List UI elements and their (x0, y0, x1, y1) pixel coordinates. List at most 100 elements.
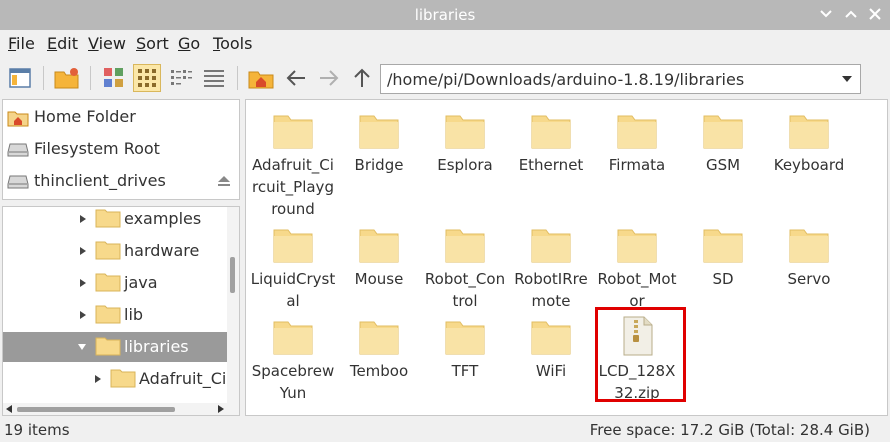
folder-icon (110, 369, 136, 388)
new-window-button[interactable] (6, 64, 34, 92)
menu-edit[interactable]: Edit (47, 34, 78, 53)
file-label: LiquidCrystal (250, 270, 336, 310)
triangle-right-icon[interactable] (79, 246, 87, 256)
title-bar: libraries (0, 0, 890, 30)
file-label: Bridge (354, 156, 404, 174)
drive-icon (7, 143, 29, 157)
folder-icon (273, 229, 313, 263)
menu-bar: File Edit View Sort Go Tools (0, 30, 890, 58)
folder-icon (445, 321, 485, 355)
forward-button[interactable] (315, 64, 343, 92)
triangle-right-icon[interactable] (79, 310, 87, 320)
home-icon (7, 111, 29, 127)
tree-label: Adafruit_Circ (139, 369, 240, 388)
place-filesystem-root[interactable]: Filesystem Root (3, 134, 239, 164)
tree-item-hardware[interactable]: hardware (3, 236, 229, 266)
menu-go[interactable]: Go (178, 34, 200, 53)
minimize-button[interactable] (818, 6, 834, 22)
drive-icon (7, 175, 29, 189)
location-path[interactable]: /home/pi/Downloads/arduino-1.8.19/librar… (387, 70, 744, 89)
home-button[interactable] (247, 64, 275, 92)
close-button[interactable] (867, 6, 883, 22)
folder-icon (359, 115, 399, 149)
place-thinclient-drives[interactable]: thinclient_drives (3, 166, 239, 196)
folder-icon (445, 115, 485, 149)
file-label: Robot_Control (424, 270, 506, 310)
folder-icon (95, 209, 121, 228)
compact-view-button[interactable] (167, 64, 195, 92)
icon-view-button[interactable] (133, 64, 161, 92)
menu-tools[interactable]: Tools (213, 34, 252, 53)
new-folder-icon (54, 68, 79, 89)
back-button[interactable] (282, 64, 310, 92)
folder-icon (273, 115, 313, 149)
new-folder-button[interactable] (53, 64, 81, 92)
window-icon (9, 68, 31, 88)
file-label: RobotIRremote (514, 270, 588, 310)
folder-icon (531, 229, 571, 263)
triangle-left-icon[interactable] (5, 405, 13, 413)
folder-icon (617, 229, 657, 263)
folder-icon (531, 321, 571, 355)
triangle-right-icon[interactable] (79, 214, 87, 224)
triangle-right-icon[interactable] (217, 405, 225, 413)
home-icon (248, 71, 274, 89)
icon-view-icon (138, 69, 156, 87)
tree-vertical-scrollbar[interactable] (227, 207, 239, 415)
item-count: 19 items (4, 421, 70, 439)
folder-icon (531, 115, 571, 149)
thumbnail-view-button[interactable] (100, 64, 128, 92)
place-home-folder[interactable]: Home Folder (3, 102, 239, 132)
folder-icon (95, 337, 121, 356)
file-label: Firmata (608, 156, 666, 174)
triangle-right-icon[interactable] (79, 278, 87, 288)
free-space: Free space: 17.2 GiB (Total: 28.4 GiB) (589, 421, 870, 439)
arrow-up-icon (354, 68, 370, 87)
folder-icon (789, 115, 829, 149)
maximize-button[interactable] (843, 6, 859, 22)
file-label: SpacebrewYun (251, 362, 335, 402)
menu-sort[interactable]: Sort (136, 34, 169, 53)
tree-label: libraries (124, 337, 189, 356)
triangle-right-icon[interactable] (94, 374, 102, 384)
menu-file[interactable]: File (8, 34, 35, 53)
toolbar-separator (43, 66, 44, 90)
folder-icon (359, 321, 399, 355)
tree-label: hardware (124, 241, 200, 260)
location-dropdown-button[interactable] (834, 65, 860, 93)
tree-item-libraries[interactable]: libraries (3, 332, 229, 362)
tree-label: java (124, 273, 158, 292)
file-label: SD (712, 270, 734, 288)
tree-item-adafruit[interactable]: Adafruit_Circ (3, 364, 239, 394)
directory-tree: examples hardware java lib libraries Ada… (2, 206, 240, 416)
triangle-down-icon (842, 76, 852, 82)
file-label: Adafruit_Circuit_Playground (252, 156, 334, 218)
file-label: Mouse (354, 270, 404, 288)
folder-icon (273, 321, 313, 355)
file-label: Esplora (437, 156, 493, 174)
up-button[interactable] (348, 64, 376, 92)
place-label: Filesystem Root (34, 139, 160, 158)
file-label: Robot_Motor (597, 270, 677, 310)
file-view: Adafruit_Circuit_Playground Bridge Esplora… (245, 99, 888, 416)
toolbar: /home/pi/Downloads/arduino-1.8.19/librar… (0, 58, 890, 98)
folder-icon (95, 273, 121, 292)
tree-item-java[interactable]: java (3, 268, 229, 298)
folder-icon (95, 241, 121, 260)
scrollbar-thumb[interactable] (17, 407, 175, 412)
list-view-button[interactable] (200, 64, 228, 92)
tree-item-examples[interactable]: examples (3, 207, 229, 234)
scrollbar-thumb[interactable] (230, 257, 235, 293)
folder-icon (703, 229, 743, 263)
menu-view[interactable]: View (88, 34, 126, 53)
tree-horizontal-scrollbar[interactable] (3, 403, 229, 415)
folder-icon (445, 229, 485, 263)
folder-icon (95, 305, 121, 324)
list-view-icon (204, 70, 224, 87)
eject-icon[interactable] (217, 175, 231, 187)
folder-icon (789, 229, 829, 263)
folder-icon (359, 229, 399, 263)
triangle-down-icon[interactable] (77, 343, 87, 351)
location-bar[interactable]: /home/pi/Downloads/arduino-1.8.19/librar… (380, 64, 861, 94)
tree-item-lib[interactable]: lib (3, 300, 229, 330)
